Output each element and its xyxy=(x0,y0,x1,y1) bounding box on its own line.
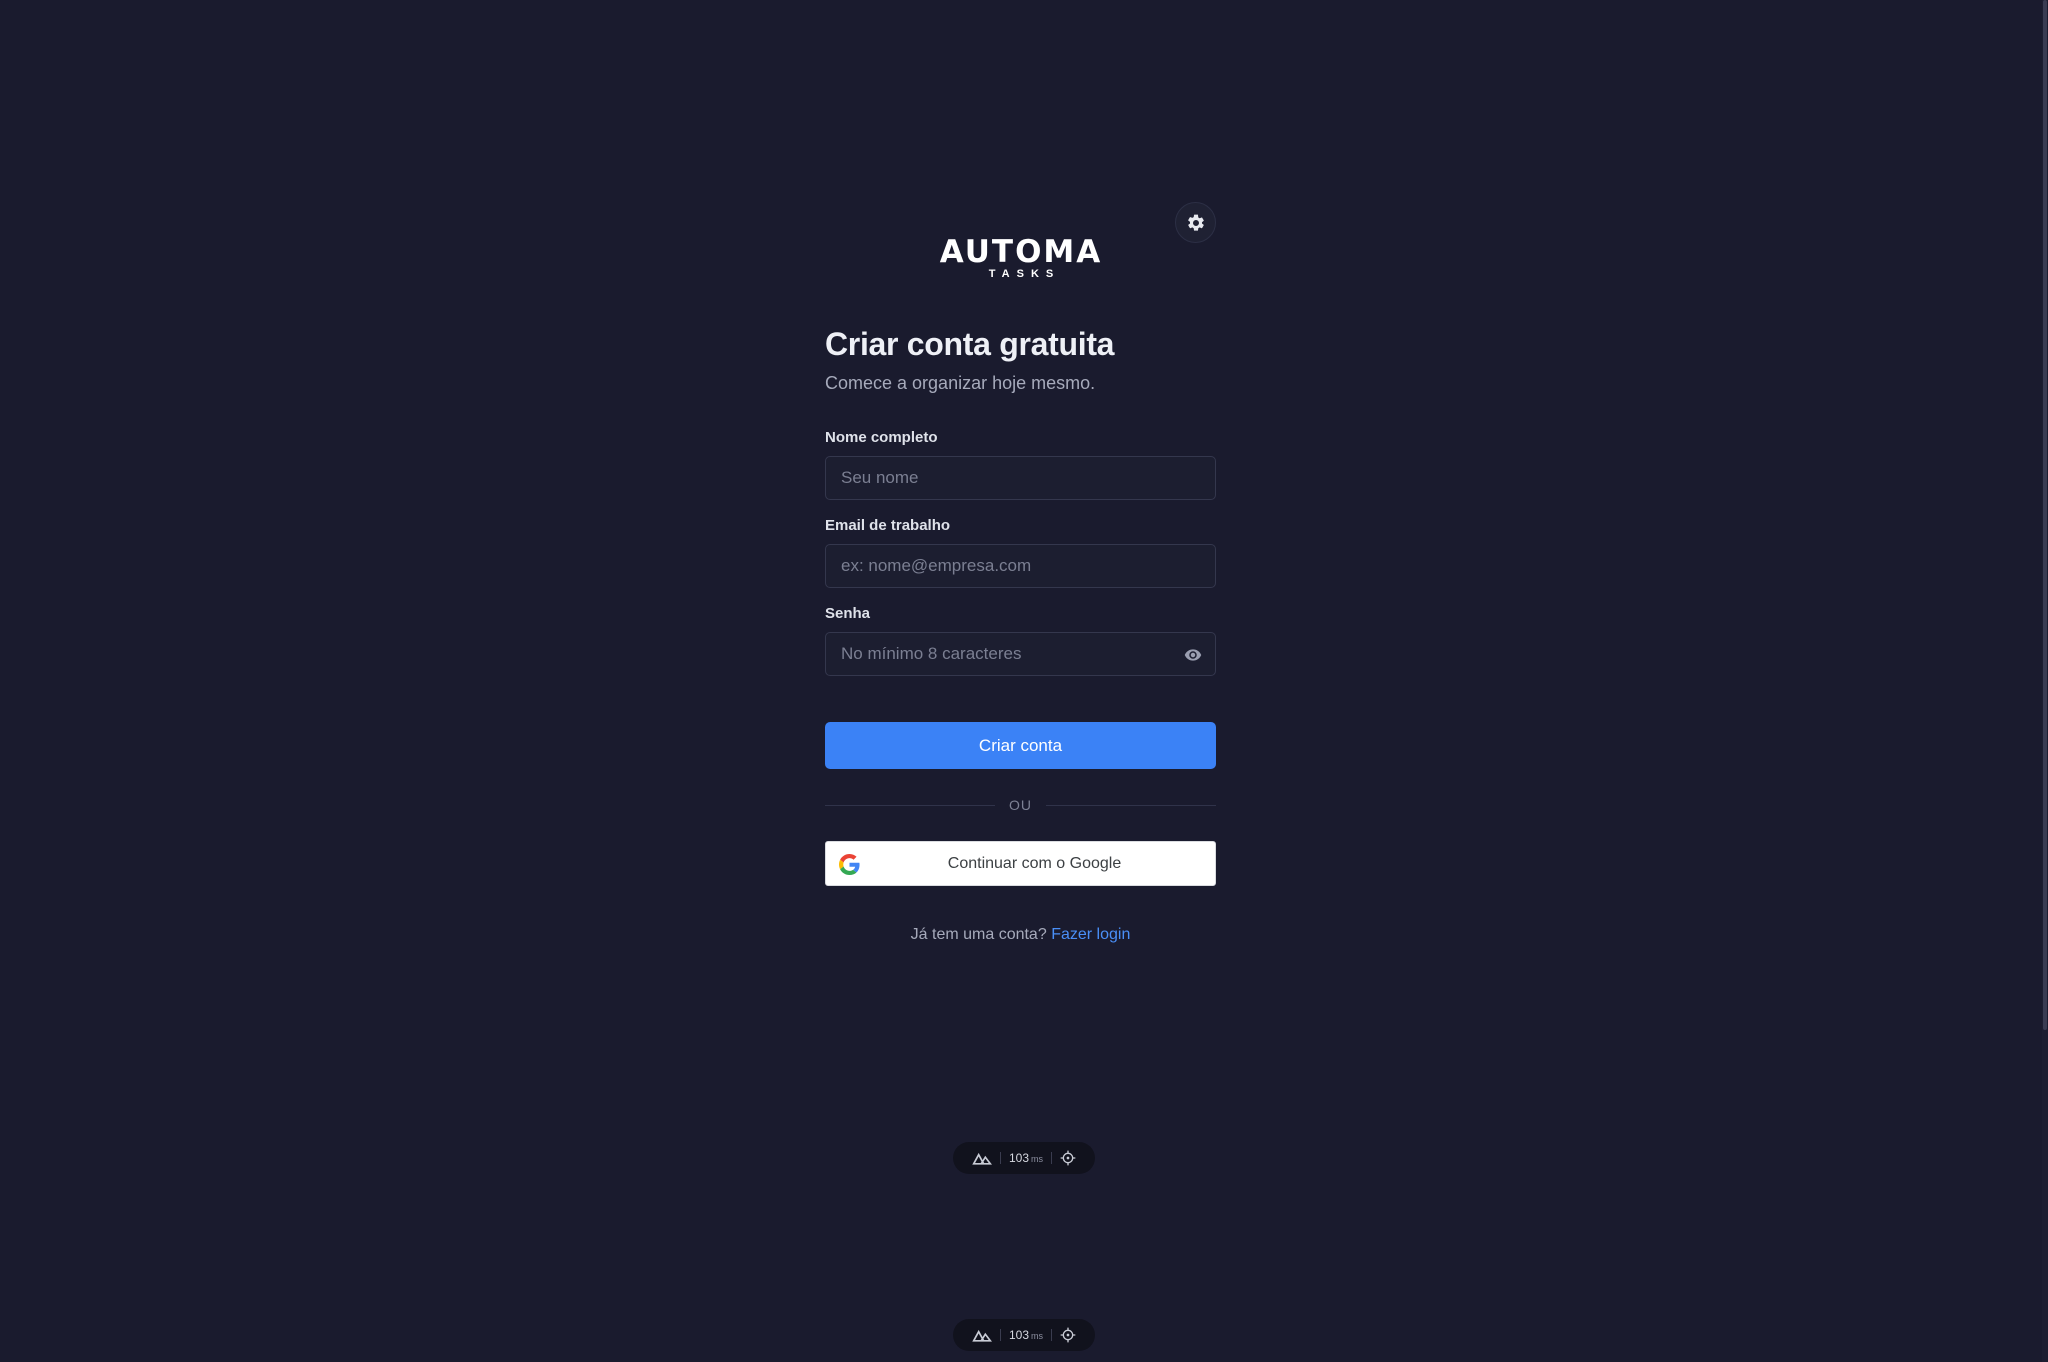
page-title: Criar conta gratuita xyxy=(825,326,1115,362)
signup-page: AUTOMA TASKS Criar conta gratuita Comece… xyxy=(0,0,2048,1362)
dev-toolbar-timing: 103 ms xyxy=(1009,1151,1043,1165)
signin-prompt-text: Já tem uma conta? xyxy=(910,926,1047,943)
email-input[interactable] xyxy=(826,545,1215,587)
name-input[interactable] xyxy=(826,457,1215,499)
divider-line-right xyxy=(1046,804,1216,806)
google-button-label: Continuar com o Google xyxy=(947,854,1122,872)
crosshair-icon[interactable] xyxy=(1060,1150,1076,1166)
login-link[interactable]: Fazer login xyxy=(1051,926,1130,943)
gear-icon xyxy=(1187,214,1204,231)
logo-wordmark: AUTOMA xyxy=(939,234,1103,270)
timing-value: 103 xyxy=(1008,1151,1030,1165)
name-field-wrapper xyxy=(825,456,1216,500)
dev-toolbar-separator xyxy=(1051,1329,1053,1341)
signin-prompt-row: Já tem uma conta? Fazer login xyxy=(825,926,1216,944)
divider-line-left xyxy=(825,804,995,806)
scrollbar-track[interactable] xyxy=(2042,0,2048,1362)
password-label: Senha xyxy=(825,605,871,622)
scrollbar-thumb[interactable] xyxy=(2043,0,2047,1030)
page-subtitle: Comece a organizar hoje mesmo. xyxy=(825,373,1096,393)
password-input[interactable] xyxy=(826,633,1215,675)
or-divider: OU xyxy=(825,795,1216,815)
google-signin-button[interactable]: Continuar com o Google xyxy=(825,841,1216,886)
dev-toolbar[interactable]: 103 ms xyxy=(953,1142,1095,1174)
dev-toolbar-separator xyxy=(999,1329,1001,1341)
automa-tasks-logo: AUTOMA TASKS xyxy=(938,236,1104,280)
email-field-wrapper xyxy=(825,544,1216,588)
timing-unit: ms xyxy=(1031,1154,1044,1164)
timing-unit: ms xyxy=(1031,1331,1044,1341)
name-label: Nome completo xyxy=(825,429,938,446)
password-visibility-toggle[interactable] xyxy=(1183,645,1203,665)
google-icon xyxy=(839,854,860,875)
eye-icon xyxy=(1184,649,1202,661)
timing-value: 103 xyxy=(1008,1328,1030,1342)
email-label: Email de trabalho xyxy=(825,517,951,534)
dev-toolbar-separator xyxy=(999,1152,1001,1164)
dev-toolbar-timing: 103 ms xyxy=(1009,1328,1043,1342)
password-field-wrapper xyxy=(825,632,1216,676)
nuxt-icon xyxy=(972,1329,992,1342)
crosshair-icon[interactable] xyxy=(1060,1327,1076,1343)
dev-toolbar[interactable]: 103 ms xyxy=(953,1319,1095,1351)
nuxt-icon xyxy=(972,1152,992,1165)
dev-toolbar-separator xyxy=(1051,1152,1053,1164)
create-account-button[interactable]: Criar conta xyxy=(825,722,1216,769)
theme-toggle-button[interactable] xyxy=(1175,202,1216,243)
divider-text: OU xyxy=(1009,797,1032,813)
